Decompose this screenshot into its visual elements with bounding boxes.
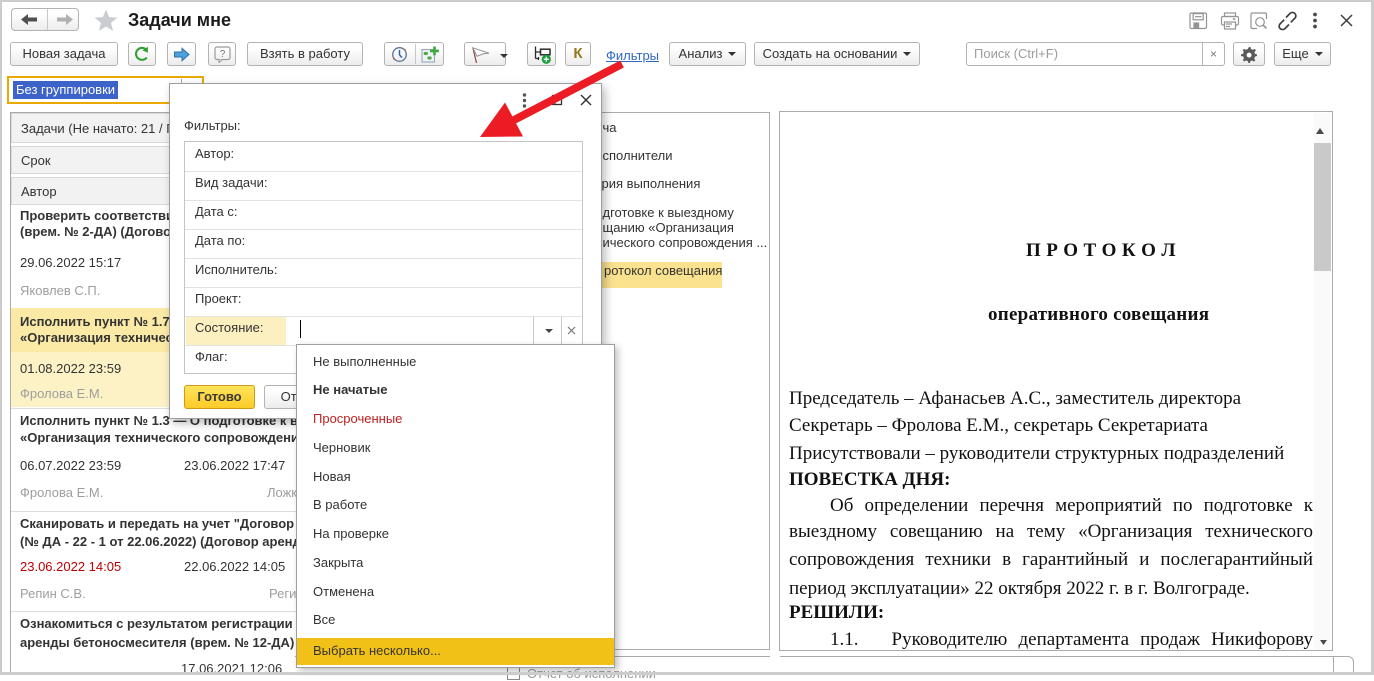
svg-text:?: ? <box>219 49 225 60</box>
